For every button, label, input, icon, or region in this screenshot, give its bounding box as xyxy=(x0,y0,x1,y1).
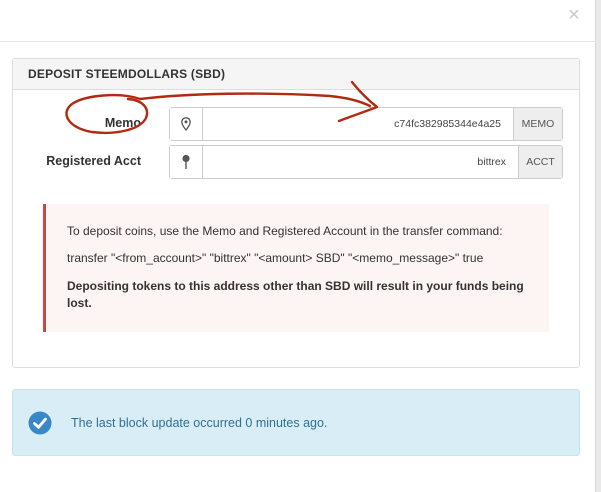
account-label: Registered Acct xyxy=(46,154,141,168)
close-button[interactable]: × xyxy=(566,5,582,25)
memo-field[interactable] xyxy=(203,108,513,140)
modal-header: × xyxy=(0,0,596,42)
warning-text: Depositing tokens to this address other … xyxy=(67,279,524,310)
account-field[interactable] xyxy=(203,146,518,178)
check-circle-icon xyxy=(28,411,52,435)
panel-title: DEPOSIT STEEMDOLLARS (SBD) xyxy=(13,59,579,90)
account-input-group: ACCT xyxy=(169,145,563,179)
transfer-command-text: transfer "<from_account>" "bittrex" "<am… xyxy=(67,251,484,265)
memo-label: Memo xyxy=(104,116,141,130)
window-edge xyxy=(596,0,601,492)
instructions-text: To deposit coins, use the Memo and Regis… xyxy=(67,224,503,238)
block-update-notice: The last block update occurred 0 minutes… xyxy=(12,389,580,456)
map-marker-icon xyxy=(170,108,203,140)
deposit-panel: DEPOSIT STEEMDOLLARS (SBD) Memo MEMO Reg… xyxy=(12,58,580,368)
deposit-modal: × DEPOSIT STEEMDOLLARS (SBD) Memo MEMO R… xyxy=(0,0,596,492)
memo-row: Memo MEMO xyxy=(13,107,579,141)
pushpin-icon xyxy=(170,146,203,178)
block-update-text: The last block update occurred 0 minutes… xyxy=(71,416,328,430)
memo-addon: MEMO xyxy=(513,108,562,140)
account-row: Registered Acct ACCT xyxy=(13,145,579,179)
deposit-instructions-alert: To deposit coins, use the Memo and Regis… xyxy=(43,204,549,332)
memo-input-group: MEMO xyxy=(169,107,563,141)
account-addon: ACCT xyxy=(518,146,562,178)
